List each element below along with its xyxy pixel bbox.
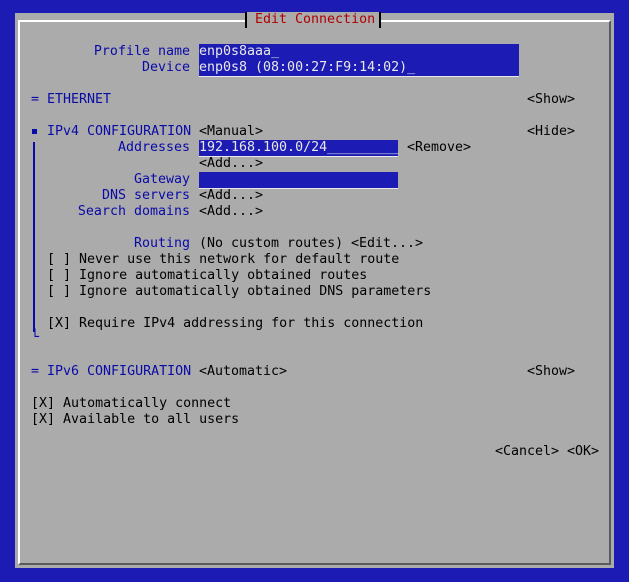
ok-button[interactable]: <OK> [567,444,599,460]
ipv4-section-label: IPv4 CONFIGURATION [47,124,192,139]
never-default-route-checkbox[interactable]: [ ] [47,252,71,267]
never-default-route-label: Never use this network for default route [79,252,400,267]
ethernet-section-label: = ETHERNET [31,92,112,107]
ignore-dns-label: Ignore automatically obtained DNS parame… [79,284,432,299]
address-value: 192.168.100.0/24 [199,140,328,155]
cancel-button[interactable]: <Cancel> [495,444,559,460]
auto-connect-label: Automatically connect [63,396,232,411]
all-users-label: Available to all users [63,412,240,427]
addresses-label: Addresses [117,140,190,155]
routing-value: (No custom routes) [199,236,344,251]
ignore-routes-checkbox[interactable]: [ ] [47,268,71,283]
ethernet-show-button[interactable]: <Show> [527,92,575,108]
profile-name-label: Profile name [93,44,190,59]
ignore-routes-option[interactable]: [ ] Ignore automatically obtained routes [47,268,367,284]
ipv4-section-bullet [32,129,37,134]
profile-name-value: enp0s8aaa [199,44,272,59]
require-ipv4-option[interactable]: [X] Require IPv4 addressing for this con… [47,316,423,332]
device-value: enp0s8 (08:00:27:F9:14:02) [199,60,408,75]
dialog-title: Edit Connection [245,12,382,28]
address-input[interactable]: 192.168.100.0/24_________ [199,140,400,157]
search-domains-label: Search domains [77,204,190,219]
device-input[interactable]: enp0s8 (08:00:27:F9:14:02)_ [199,60,519,77]
profile-name-cursor: _ [271,44,280,59]
ipv6-mode-select[interactable]: <Automatic> [199,364,287,380]
dns-add-button[interactable]: <Add...> [199,188,263,204]
ignore-routes-label: Ignore automatically obtained routes [79,268,368,283]
device-cursor: _ [407,60,416,75]
ignore-dns-option[interactable]: [ ] Ignore automatically obtained DNS pa… [47,284,431,300]
require-ipv4-checkbox[interactable]: [X] [47,316,71,331]
dns-servers-label: DNS servers [101,188,190,203]
require-ipv4-label: Require IPv4 addressing for this connect… [79,316,424,331]
gateway-label: Gateway [133,172,190,187]
routing-edit-button[interactable]: <Edit...> [351,236,423,252]
gateway-input[interactable] [199,172,398,189]
routing-label: Routing [133,236,190,251]
ignore-dns-checkbox[interactable]: [ ] [47,284,71,299]
ipv4-section-bracket [33,142,35,332]
all-users-checkbox[interactable]: [X] [31,412,55,427]
ipv6-show-button[interactable]: <Show> [527,364,575,380]
ipv4-hide-button[interactable]: <Hide> [527,124,575,140]
ipv4-section-bracket-end: └ [31,330,40,345]
all-users-option[interactable]: [X] Available to all users [31,412,239,428]
device-label: Device [141,60,190,75]
ipv6-section-label: = IPv6 CONFIGURATION [31,364,192,379]
profile-name-input[interactable]: enp0s8aaa_ [199,44,519,61]
auto-connect-option[interactable]: [X] Automatically connect [31,396,231,412]
search-domains-add-button[interactable]: <Add...> [199,204,263,220]
ipv4-mode-select[interactable]: <Manual> [199,124,263,140]
never-default-route-option[interactable]: [ ] Never use this network for default r… [47,252,399,268]
remove-address-button[interactable]: <Remove> [407,140,471,156]
address-cursor: _________ [327,140,400,155]
add-address-button[interactable]: <Add...> [199,156,263,172]
auto-connect-checkbox[interactable]: [X] [31,396,55,411]
